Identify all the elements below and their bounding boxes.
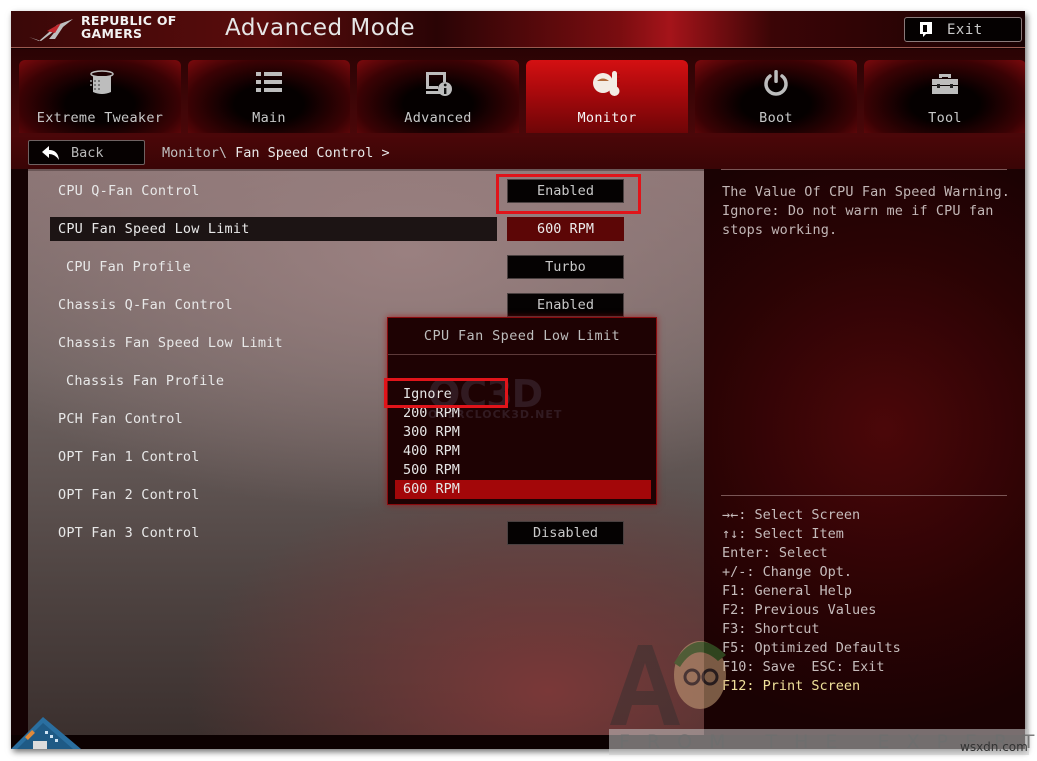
setting-label: OPT Fan 1 Control	[58, 449, 200, 465]
key-enter: Enter: Select	[722, 545, 828, 561]
popup-option-ignore[interactable]: Ignore	[395, 385, 651, 404]
breadcrumb-current: Fan Speed Control	[235, 145, 374, 161]
popup-option-200-rpm[interactable]: 200 RPM	[395, 404, 651, 423]
setting-value-chassis-q-fan-control[interactable]: Enabled	[507, 293, 624, 317]
setting-label: Chassis Fan Speed Low Limit	[58, 335, 283, 351]
key-f10-esc: F10: Save ESC: Exit	[722, 659, 885, 675]
popup-option-600-rpm[interactable]: 600 RPM	[395, 480, 651, 499]
extreme-tweaker-icon	[90, 70, 114, 94]
setting-row-opt-fan-3-control[interactable]: OPT Fan 3 Control Disabled	[28, 521, 704, 545]
breadcrumb-parent[interactable]: Monitor\	[162, 145, 235, 161]
setting-label: CPU Fan Speed Low Limit	[58, 221, 250, 237]
tab-tool[interactable]: Tool	[864, 60, 1025, 133]
setting-label: OPT Fan 3 Control	[58, 525, 200, 541]
popup-option-300-rpm[interactable]: 300 RPM	[395, 423, 651, 442]
main-tabs: Extreme Tweaker Main Advanced Monitor Bo…	[11, 49, 1025, 137]
back-button[interactable]: Back	[28, 140, 145, 165]
popup-option-400-rpm[interactable]: 400 RPM	[395, 442, 651, 461]
setting-label: Chassis Q-Fan Control	[58, 297, 233, 313]
setting-value-cpu-fan-speed-low-limit[interactable]: 600 RPM	[507, 217, 624, 241]
setting-row-cpu-fan-speed-low-limit[interactable]: CPU Fan Speed Low Limit 600 RPM	[28, 217, 704, 241]
rog-logo-icon	[29, 19, 73, 41]
setting-row-chassis-q-fan-control[interactable]: Chassis Q-Fan Control Enabled	[28, 293, 704, 317]
key-f2: F2: Previous Values	[722, 602, 877, 618]
back-arrow-icon	[42, 145, 59, 160]
setting-value-cpu-q-fan-control[interactable]: Enabled	[507, 179, 624, 203]
tab-main[interactable]: Main	[188, 60, 350, 133]
setting-label: OPT Fan 2 Control	[58, 487, 200, 503]
popup-title: CPU Fan Speed Low Limit	[423, 328, 621, 344]
cpu-chip-icon	[11, 717, 81, 749]
setting-row-cpu-fan-profile[interactable]: CPU Fan Profile Turbo	[28, 255, 704, 279]
key-legend: →←: Select Screen ↑↓: Select Item Enter:…	[722, 506, 901, 696]
tab-label: Advanced	[404, 110, 472, 126]
popup-divider	[388, 354, 656, 355]
help-divider-top	[721, 169, 1007, 170]
settings-panel: CPU Q-Fan Control Enabled CPU Fan Speed …	[28, 169, 704, 735]
power-icon	[764, 70, 788, 96]
key-f5: F5: Optimized Defaults	[722, 640, 901, 656]
key-select-item: ↑↓: Select Item	[722, 526, 844, 542]
key-change-opt: +/-: Change Opt.	[722, 564, 853, 580]
help-panel: The Value Of CPU Fan Speed Warning. Igno…	[704, 169, 1025, 735]
page-title: Advanced Mode	[225, 15, 416, 41]
tab-label: Main	[252, 110, 286, 126]
tab-boot[interactable]: Boot	[695, 60, 857, 133]
exit-button[interactable]: Exit	[904, 17, 1022, 42]
exit-door-icon	[920, 22, 932, 37]
bios-window: REPUBLIC OF GAMERS Advanced Mode Exit Ex…	[11, 11, 1025, 749]
list-icon	[256, 72, 282, 92]
setting-label: CPU Q-Fan Control	[58, 183, 200, 199]
tab-monitor[interactable]: Monitor	[526, 60, 688, 133]
key-f12: F12: Print Screen	[722, 678, 861, 694]
header-bar: REPUBLIC OF GAMERS Advanced Mode Exit	[11, 11, 1025, 48]
tab-label: Boot	[759, 110, 793, 126]
popup-option-500-rpm[interactable]: 500 RPM	[395, 461, 651, 480]
help-line: stops working.	[722, 222, 838, 238]
navigation-bar: Back Monitor\ Fan Speed Control >	[11, 137, 1025, 169]
rog-brand: REPUBLIC OF GAMERS	[81, 14, 201, 40]
exit-label: Exit	[947, 21, 983, 38]
setting-value-cpu-fan-profile[interactable]: Turbo	[507, 255, 624, 279]
key-select-screen: →←: Select Screen	[722, 507, 861, 523]
key-f3: F3: Shortcut	[722, 621, 820, 637]
tab-label: Extreme Tweaker	[36, 110, 164, 126]
toolbox-icon	[932, 74, 958, 94]
key-f1: F1: General Help	[722, 583, 853, 599]
tab-label: Tool	[928, 110, 962, 126]
bottom-bar	[11, 735, 1025, 749]
help-description: The Value Of CPU Fan Speed Warning. Igno…	[722, 183, 1012, 240]
tab-advanced[interactable]: Advanced	[357, 60, 519, 133]
fan-thermometer-icon	[593, 71, 620, 96]
help-line: The Value Of CPU Fan Speed Warning.	[722, 184, 1010, 200]
tab-label: Monitor	[577, 110, 637, 126]
breadcrumb-chevron: >	[373, 145, 390, 161]
setting-row-cpu-q-fan-control[interactable]: CPU Q-Fan Control Enabled	[28, 179, 704, 203]
advanced-info-icon	[426, 72, 452, 96]
help-divider-bottom	[721, 495, 1007, 496]
help-line: Ignore: Do not warn me if CPU fan	[722, 203, 994, 219]
back-label: Back	[71, 144, 104, 161]
setting-label: PCH Fan Control	[58, 411, 183, 427]
brand-line-2: GAMERS	[81, 26, 143, 41]
setting-label: Chassis Fan Profile	[66, 373, 225, 389]
setting-label: CPU Fan Profile	[66, 259, 191, 275]
cpu-fan-speed-low-limit-popup: CPU Fan Speed Low Limit OC3D OVERCLOCK3D…	[384, 317, 657, 505]
tab-extreme-tweaker[interactable]: Extreme Tweaker	[19, 60, 181, 133]
setting-value-opt-fan-3-control[interactable]: Disabled	[507, 521, 624, 545]
breadcrumb: Monitor\ Fan Speed Control >	[162, 145, 390, 161]
